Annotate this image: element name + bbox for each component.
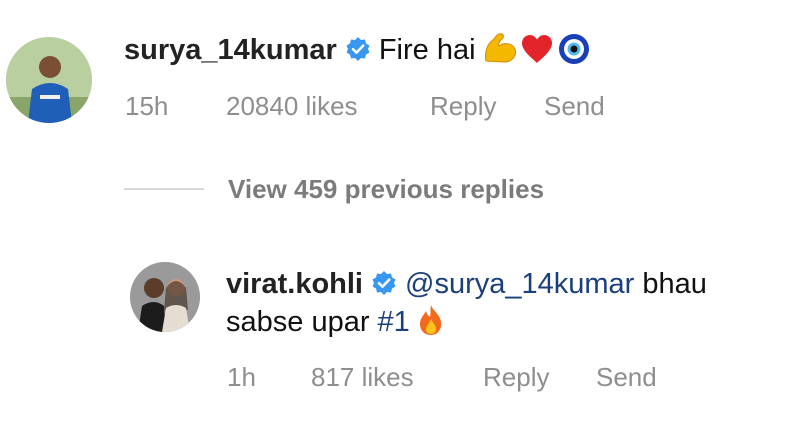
avatar-virat[interactable]: [130, 262, 200, 332]
red-heart-icon: [520, 33, 554, 78]
reply-send-button[interactable]: Send: [596, 362, 657, 393]
reply-time[interactable]: 1h: [227, 362, 256, 393]
reply-meta: 1h 817 likes Reply Send: [227, 362, 707, 394]
reply-username[interactable]: virat.kohli: [226, 268, 363, 300]
reply-reply-button[interactable]: Reply: [483, 362, 549, 393]
avatar-surya[interactable]: [6, 37, 92, 123]
view-previous-replies-button[interactable]: View 459 previous replies: [228, 174, 544, 205]
verified-badge-icon: [345, 36, 371, 62]
reply-text-part2: sabse upar: [226, 306, 378, 338]
reply-text-part1: bhau: [634, 268, 707, 300]
nazar-amulet-icon: [558, 33, 590, 78]
reply-mention-link[interactable]: @surya_14kumar: [405, 268, 634, 300]
comment-username[interactable]: surya_14kumar: [124, 34, 337, 66]
comment-time[interactable]: 15h: [125, 91, 168, 122]
comment-reply-button[interactable]: Reply: [430, 91, 496, 122]
comment-text: Fire hai: [378, 34, 476, 66]
verified-badge-icon: [371, 270, 397, 296]
comment-line: surya_14kumar Fire hai: [124, 28, 590, 78]
reply-line-2: sabse upar #1: [226, 300, 446, 350]
reply-hashtag-link[interactable]: #1: [378, 306, 410, 338]
comment-meta: 15h 20840 likes Reply Send: [125, 91, 645, 123]
comment-likes[interactable]: 20840 likes: [226, 91, 358, 122]
comment-send-button[interactable]: Send: [544, 91, 605, 122]
replies-divider: [124, 188, 204, 190]
fire-icon: [416, 303, 446, 350]
reply-likes[interactable]: 817 likes: [311, 362, 414, 393]
flexed-biceps-icon: [482, 31, 518, 78]
